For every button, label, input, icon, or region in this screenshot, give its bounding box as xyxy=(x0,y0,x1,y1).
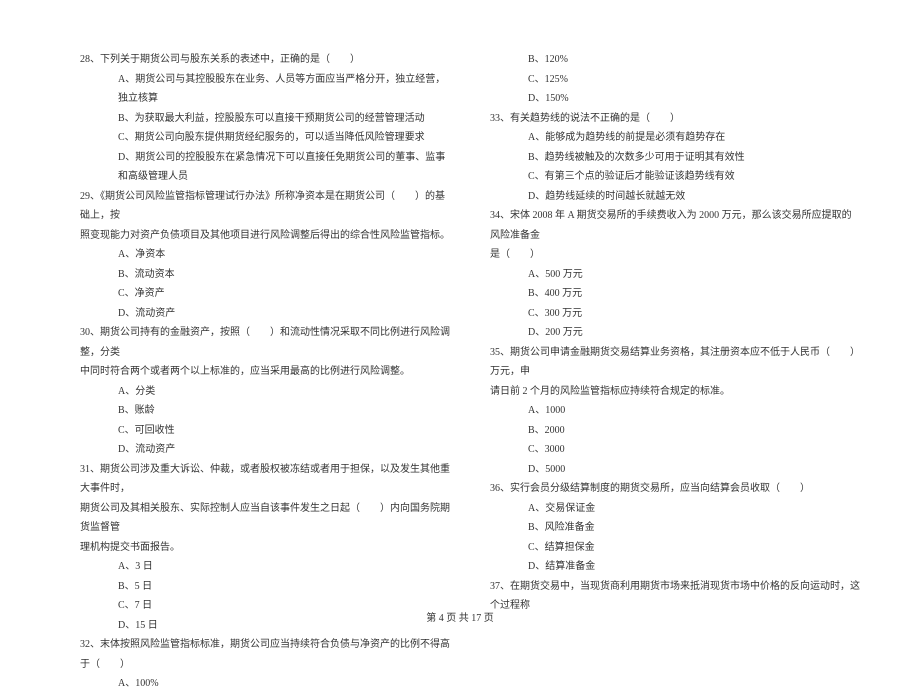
q35-option-a: A、1000 xyxy=(490,401,860,421)
q31-stem-line1: 31、期货公司涉及重大诉讼、仲裁，或者股权被冻结或者用于担保，以及发生其他重大事… xyxy=(80,460,450,499)
q33-option-c: C、有第三个点的验证后才能验证该趋势线有效 xyxy=(490,167,860,187)
q29-option-c: C、净资产 xyxy=(80,284,450,304)
q36-option-a: A、交易保证金 xyxy=(490,499,860,519)
q34-option-a: A、500 万元 xyxy=(490,265,860,285)
q28-stem: 28、下列关于期货公司与股东关系的表述中，正确的是（ ） xyxy=(80,50,450,70)
q32-option-c: C、125% xyxy=(490,70,860,90)
q31-stem-line2: 期货公司及其相关股东、实际控制人应当自该事件发生之日起（ ）内向国务院期货监督管 xyxy=(80,499,450,538)
q29-option-a: A、净资本 xyxy=(80,245,450,265)
q35-option-d: D、5000 xyxy=(490,460,860,480)
page-columns: 28、下列关于期货公司与股东关系的表述中，正确的是（ ） A、期货公司与其控股股… xyxy=(80,50,860,694)
q34-option-b: B、400 万元 xyxy=(490,284,860,304)
q30-stem-line1: 30、期货公司持有的金融资产，按照（ ）和流动性情况采取不同比例进行风险调整，分… xyxy=(80,323,450,362)
q28-option-d: D、期货公司的控股股东在紧急情况下可以直接任免期货公司的董事、监事和高级管理人员 xyxy=(80,148,450,187)
q34-option-c: C、300 万元 xyxy=(490,304,860,324)
page-footer: 第 4 页 共 17 页 xyxy=(0,609,920,629)
right-column: B、120% C、125% D、150% 33、有关趋势线的说法不正确的是（ ）… xyxy=(490,50,860,694)
q28-option-a: A、期货公司与其控股股东在业务、人员等方面应当严格分开，独立经营，独立核算 xyxy=(80,70,450,109)
q32-option-a: A、100% xyxy=(80,674,450,694)
q31-option-b: B、5 日 xyxy=(80,577,450,597)
q30-option-a: A、分类 xyxy=(80,382,450,402)
q33-option-a: A、能够成为趋势线的前提是必须有趋势存在 xyxy=(490,128,860,148)
q36-stem: 36、实行会员分级结算制度的期货交易所，应当向结算会员收取（ ） xyxy=(490,479,860,499)
q30-stem-line2: 中同时符合两个或者两个以上标准的，应当采用最高的比例进行风险调整。 xyxy=(80,362,450,382)
q29-option-b: B、流动资本 xyxy=(80,265,450,285)
q35-option-b: B、2000 xyxy=(490,421,860,441)
q29-stem-line2: 照变现能力对资产负债项目及其他项目进行风险调整后得出的综合性风险监管指标。 xyxy=(80,226,450,246)
q34-stem-line1: 34、宋体 2008 年 A 期货交易所的手续费收入为 2000 万元，那么该交… xyxy=(490,206,860,245)
q31-option-a: A、3 日 xyxy=(80,557,450,577)
q32-stem: 32、末体按照风险监管指标标准，期货公司应当持续符合负债与净资产的比例不得高于（… xyxy=(80,635,450,674)
q36-option-c: C、结算担保金 xyxy=(490,538,860,558)
q36-option-b: B、风险准备金 xyxy=(490,518,860,538)
q35-stem-line1: 35、期货公司申请金融期货交易结算业务资格，其注册资本应不低于人民币（ ）万元，… xyxy=(490,343,860,382)
q33-option-b: B、趋势线被触及的次数多少可用于证明其有效性 xyxy=(490,148,860,168)
q32-option-d: D、150% xyxy=(490,89,860,109)
q30-option-c: C、可回收性 xyxy=(80,421,450,441)
q33-stem: 33、有关趋势线的说法不正确的是（ ） xyxy=(490,109,860,129)
q33-option-d: D、趋势线延续的时间越长就越无效 xyxy=(490,187,860,207)
q34-option-d: D、200 万元 xyxy=(490,323,860,343)
q35-stem-line2: 请日前 2 个月的风险监管指标应持续符合规定的标准。 xyxy=(490,382,860,402)
q29-stem-line1: 29、《期货公司风险监管指标管理试行办法》所称净资本是在期货公司（ ）的基础上，… xyxy=(80,187,450,226)
q28-option-c: C、期货公司向股东提供期货经纪服务的，可以适当降低风险管理要求 xyxy=(80,128,450,148)
left-column: 28、下列关于期货公司与股东关系的表述中，正确的是（ ） A、期货公司与其控股股… xyxy=(80,50,450,694)
q34-stem-line2: 是（ ） xyxy=(490,245,860,265)
q30-option-b: B、账龄 xyxy=(80,401,450,421)
q31-stem-line3: 理机构提交书面报告。 xyxy=(80,538,450,558)
q36-option-d: D、结算准备金 xyxy=(490,557,860,577)
q32-option-b: B、120% xyxy=(490,50,860,70)
q29-option-d: D、流动资产 xyxy=(80,304,450,324)
q35-option-c: C、3000 xyxy=(490,440,860,460)
q30-option-d: D、流动资产 xyxy=(80,440,450,460)
q28-option-b: B、为获取最大利益，控股股东可以直接干预期货公司的经营管理活动 xyxy=(80,109,450,129)
